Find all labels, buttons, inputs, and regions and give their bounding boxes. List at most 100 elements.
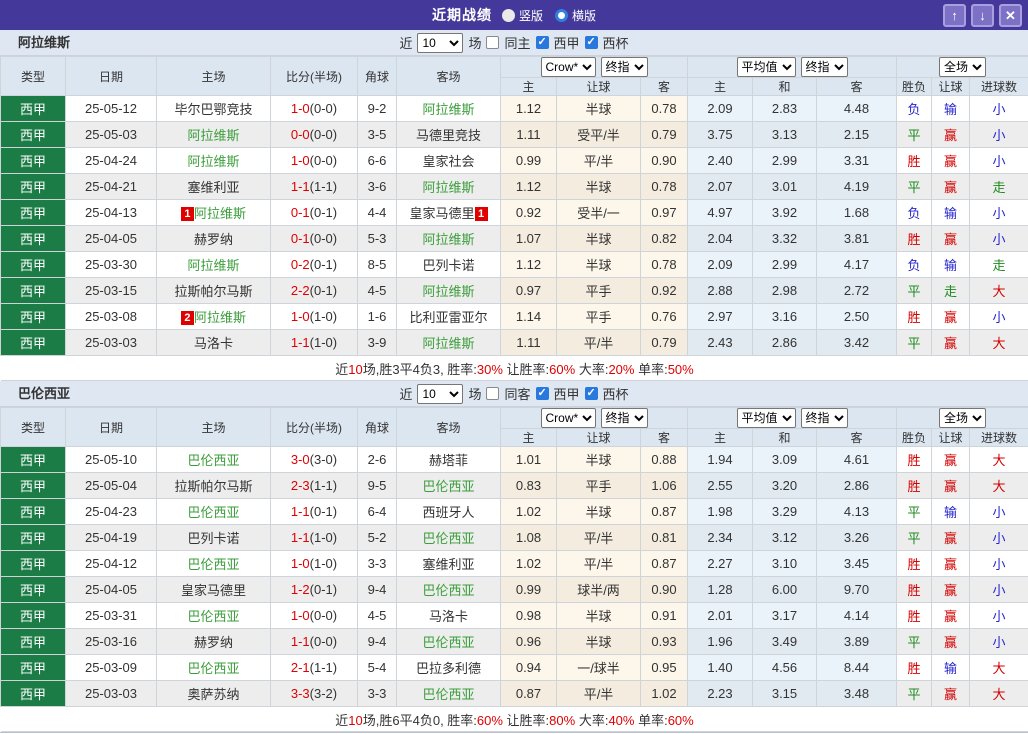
handicap-away-odds: 0.90 [641, 577, 688, 603]
home-team-link[interactable]: 拉斯帕尔马斯 [174, 479, 252, 494]
away-team-link[interactable]: 马洛卡 [429, 609, 468, 624]
match-date: 25-04-05 [66, 226, 157, 252]
euro-away-odds: 3.45 [817, 551, 897, 577]
handicap-line: 半球 [557, 629, 641, 655]
away-team-link[interactable]: 巴伦西亚 [422, 687, 474, 702]
home-team-link[interactable]: 赫罗纳 [194, 232, 233, 247]
home-team-link[interactable]: 阿拉维斯 [194, 206, 246, 221]
radio-vertical-layout[interactable]: 竖版 [502, 7, 543, 24]
league-checkbox[interactable] [536, 387, 549, 400]
away-team-link[interactable]: 阿拉维斯 [422, 180, 474, 195]
euro-time-select[interactable]: 终指 [801, 408, 848, 428]
full-time-score: 1-1 [291, 634, 310, 649]
home-team-link[interactable]: 毕尔巴鄂竞技 [174, 102, 252, 117]
home-team-cell: 拉斯帕尔马斯 [157, 278, 271, 304]
away-team-link[interactable]: 西班牙人 [422, 505, 474, 520]
handicap-home-odds: 0.94 [501, 655, 557, 681]
home-team-link[interactable]: 拉斯帕尔马斯 [174, 284, 252, 299]
away-team-link[interactable]: 比利亚雷亚尔 [409, 310, 487, 325]
handicap-time-select[interactable]: 终指 [601, 408, 648, 428]
cup-checkbox[interactable] [585, 387, 598, 400]
away-team-link[interactable]: 赫塔菲 [429, 453, 468, 468]
move-up-button[interactable]: ↑ [943, 4, 966, 27]
result-outcome: 平 [897, 525, 932, 551]
same-venue-checkbox[interactable] [486, 36, 499, 49]
home-team-link[interactable]: 巴伦西亚 [187, 505, 239, 520]
radio-unselected-icon[interactable] [555, 9, 568, 22]
col-header-ah-home: 主 [501, 78, 557, 96]
home-team-link[interactable]: 马洛卡 [194, 336, 233, 351]
match-count-select[interactable]: 10 [417, 384, 463, 404]
home-team-link[interactable]: 赫罗纳 [194, 635, 233, 650]
result-outcome: 负 [897, 200, 932, 226]
home-team-link[interactable]: 巴伦西亚 [187, 557, 239, 572]
away-team-link[interactable]: 巴伦西亚 [422, 479, 474, 494]
euro-home-odds: 2.23 [688, 681, 753, 707]
home-team-link[interactable]: 阿拉维斯 [194, 310, 246, 325]
away-team-link[interactable]: 巴伦西亚 [422, 531, 474, 546]
away-team-link[interactable]: 皇家马德里 [409, 206, 474, 221]
move-down-button[interactable]: ↓ [971, 4, 994, 27]
home-team-link[interactable]: 巴伦西亚 [187, 661, 239, 676]
radio-selected-icon[interactable] [502, 9, 515, 22]
col-header-result: 胜负 [897, 429, 932, 447]
handicap-line: 半球 [557, 252, 641, 278]
record-summary: 近10场,胜3平4负3, 胜率:30% 让胜率:60% 大率:20% 单率:50… [1, 356, 1028, 381]
scope-select[interactable]: 全场 [939, 408, 986, 428]
away-team-link[interactable]: 巴列卡诺 [422, 258, 474, 273]
recent-results-panel: 近期战绩 竖版 横版 ↑ ↓ ✕ 阿拉维斯 近 10 场 同主 西甲 西杯 [0, 0, 1028, 734]
full-time-score: 1-0 [291, 556, 310, 571]
away-team-link[interactable]: 阿拉维斯 [422, 284, 474, 299]
euro-home-odds: 1.94 [688, 447, 753, 473]
score-cell: 1-1(1-0) [271, 330, 358, 356]
home-team-link[interactable]: 巴伦西亚 [187, 453, 239, 468]
handicap-line: 平/半 [557, 148, 641, 174]
league-type-cell: 西甲 [1, 226, 66, 252]
home-team-link[interactable]: 皇家马德里 [181, 583, 246, 598]
table-row: 西甲 25-05-10 巴伦西亚 3-0(3-0) 2-6 赫塔菲 1.01 半… [1, 447, 1028, 473]
away-team-link[interactable]: 巴伦西亚 [422, 583, 474, 598]
half-time-score: (1-0) [310, 556, 337, 571]
away-team-link[interactable]: 皇家社会 [422, 154, 474, 169]
col-header-cover: 让球 [932, 78, 970, 96]
home-team-link[interactable]: 阿拉维斯 [187, 154, 239, 169]
home-team-link[interactable]: 阿拉维斯 [187, 128, 239, 143]
same-venue-checkbox[interactable] [486, 387, 499, 400]
league-checkbox[interactable] [536, 36, 549, 49]
handicap-source-select[interactable]: Crow* [541, 57, 596, 77]
home-team-link[interactable]: 奥萨苏纳 [187, 687, 239, 702]
match-count-select[interactable]: 10 [417, 33, 463, 53]
euro-source-select[interactable]: 平均值 [737, 57, 796, 77]
away-team-link[interactable]: 阿拉维斯 [422, 336, 474, 351]
euro-source-select[interactable]: 平均值 [737, 408, 796, 428]
cup-checkbox[interactable] [585, 36, 598, 49]
scope-select[interactable]: 全场 [939, 57, 986, 77]
table-row: 西甲 25-04-12 巴伦西亚 1-0(1-0) 3-3 塞维利亚 1.02 … [1, 551, 1028, 577]
away-team-link[interactable]: 阿拉维斯 [422, 232, 474, 247]
away-team-link[interactable]: 塞维利亚 [422, 557, 474, 572]
away-team-cell: 马德里竞技 [397, 122, 501, 148]
full-time-score: 0-0 [291, 127, 310, 142]
euro-time-select[interactable]: 终指 [801, 57, 848, 77]
handicap-source-select[interactable]: Crow* [541, 408, 596, 428]
radio-horizontal-layout[interactable]: 横版 [555, 7, 596, 24]
away-team-link[interactable]: 巴拉多利德 [416, 661, 481, 676]
away-team-link[interactable]: 巴伦西亚 [422, 635, 474, 650]
table-row: 西甲 25-04-05 赫罗纳 0-1(0-0) 5-3 阿拉维斯 1.07 半… [1, 226, 1028, 252]
near-label: 近 [399, 384, 412, 403]
home-team-link[interactable]: 塞维利亚 [187, 180, 239, 195]
home-team-link[interactable]: 巴伦西亚 [187, 609, 239, 624]
home-team-link[interactable]: 阿拉维斯 [187, 258, 239, 273]
away-team-link[interactable]: 阿拉维斯 [422, 102, 474, 117]
away-team-cell: 巴列卡诺 [397, 252, 501, 278]
handicap-time-select[interactable]: 终指 [601, 57, 648, 77]
handicap-result: 输 [932, 96, 970, 122]
score-cell: 1-0(0-0) [271, 96, 358, 122]
full-time-score: 1-1 [291, 504, 310, 519]
home-team-link[interactable]: 巴列卡诺 [187, 531, 239, 546]
away-team-link[interactable]: 马德里竞技 [416, 128, 481, 143]
home-red-card-badge: 1 [181, 207, 194, 221]
handicap-line: 受半/一 [557, 200, 641, 226]
close-button[interactable]: ✕ [999, 4, 1022, 27]
result-outcome: 胜 [897, 226, 932, 252]
